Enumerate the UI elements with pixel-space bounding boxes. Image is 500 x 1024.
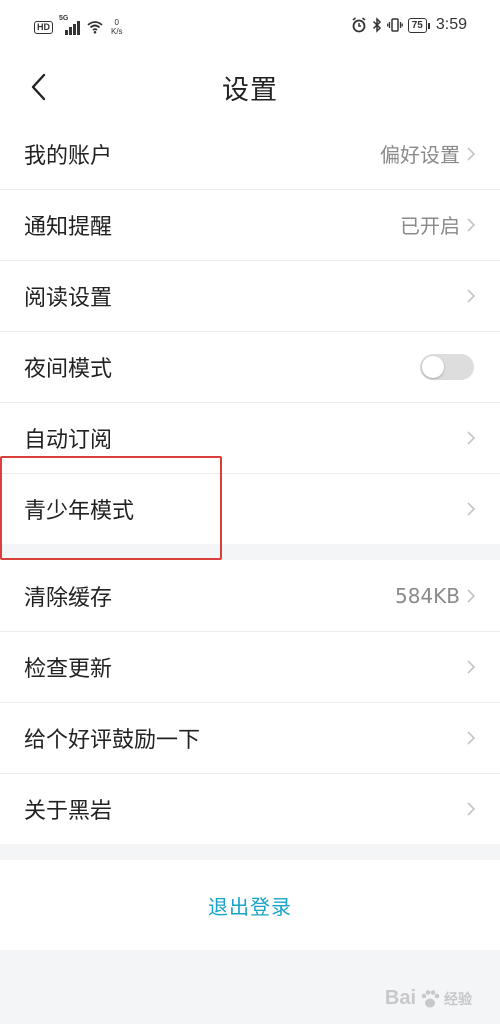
page-title: 设置 xyxy=(222,74,278,106)
setting-row-check-update[interactable]: 检查更新 xyxy=(0,631,500,702)
cellular-signal-icon: 5G xyxy=(59,15,81,35)
setting-label: 给个好评鼓励一下 xyxy=(24,727,201,753)
battery-indicator: 75 xyxy=(407,17,431,33)
wifi-icon xyxy=(87,21,103,34)
setting-row-about[interactable]: 关于黑岩 xyxy=(0,773,500,844)
status-bar-right: 75 3:59 xyxy=(351,16,467,34)
setting-row-clear-cache[interactable]: 清除缓存 584KB xyxy=(0,560,500,631)
setting-label: 检查更新 xyxy=(24,656,113,682)
net-speed-value: 0 xyxy=(114,18,119,27)
back-button[interactable] xyxy=(18,64,58,110)
setting-value: 偏好设置 xyxy=(380,143,460,167)
settings-group-general: 我的账户 偏好设置 通知提醒 已开启 阅读设置 夜间模式 自动订阅 青少年模式 xyxy=(0,118,500,544)
cache-size: 584KB xyxy=(394,583,460,608)
setting-row-teen-mode[interactable]: 青少年模式 xyxy=(0,473,500,544)
setting-label: 自动订阅 xyxy=(24,427,113,453)
logout-label: 退出登录 xyxy=(208,894,292,919)
setting-label: 我的账户 xyxy=(24,143,113,169)
setting-row-night-mode: 夜间模式 xyxy=(0,331,500,402)
section-gap xyxy=(0,544,500,560)
setting-row-my-account[interactable]: 我的账户 偏好设置 xyxy=(0,118,500,189)
setting-row-reading[interactable]: 阅读设置 xyxy=(0,260,500,331)
paw-icon xyxy=(421,989,440,1007)
setting-row-rate-app[interactable]: 给个好评鼓励一下 xyxy=(0,702,500,773)
chevron-right-icon xyxy=(467,588,476,603)
setting-row-auto-subscribe[interactable]: 自动订阅 xyxy=(0,402,500,473)
setting-label: 通知提醒 xyxy=(24,214,113,240)
night-mode-toggle[interactable] xyxy=(420,353,474,380)
hd-badge: HD xyxy=(34,20,53,34)
toggle-knob xyxy=(422,355,444,378)
chevron-right-icon xyxy=(467,730,476,745)
chevron-right-icon xyxy=(467,659,476,674)
setting-row-notifications[interactable]: 通知提醒 已开启 xyxy=(0,189,500,260)
status-bar-left: HD 5G 0 K/s xyxy=(34,15,123,36)
setting-label: 关于黑岩 xyxy=(24,798,113,824)
setting-label: 阅读设置 xyxy=(24,285,113,311)
vibrate-icon xyxy=(386,18,403,32)
net-speed: 0 K/s xyxy=(111,18,123,36)
logout-button[interactable]: 退出登录 xyxy=(0,860,500,950)
chevron-right-icon xyxy=(467,288,476,303)
chevron-right-icon xyxy=(467,430,476,445)
top-bar: 设置 xyxy=(0,56,500,118)
baidu-watermark: Bai 经验 xyxy=(385,987,472,1010)
chevron-right-icon xyxy=(467,217,476,232)
settings-group-about: 清除缓存 584KB 检查更新 给个好评鼓励一下 关于黑岩 xyxy=(0,560,500,844)
watermark-sub: 经验 xyxy=(444,990,472,1007)
alarm-icon xyxy=(352,17,366,33)
setting-label: 夜间模式 xyxy=(24,356,113,382)
setting-label: 清除缓存 xyxy=(24,585,113,611)
net-speed-unit: K/s xyxy=(111,27,123,36)
bluetooth-icon xyxy=(372,17,381,33)
back-arrow-icon xyxy=(31,73,46,101)
chevron-right-icon xyxy=(467,146,476,161)
watermark-text: Bai xyxy=(384,987,416,1009)
section-gap xyxy=(0,844,500,860)
chevron-right-icon xyxy=(467,501,476,516)
clock: 3:59 xyxy=(435,16,467,33)
setting-value: 已开启 xyxy=(400,214,460,238)
status-bar: HD 5G 0 K/s 75 3:59 xyxy=(0,0,500,56)
setting-label: 青少年模式 xyxy=(24,498,135,524)
chevron-right-icon xyxy=(467,801,476,816)
